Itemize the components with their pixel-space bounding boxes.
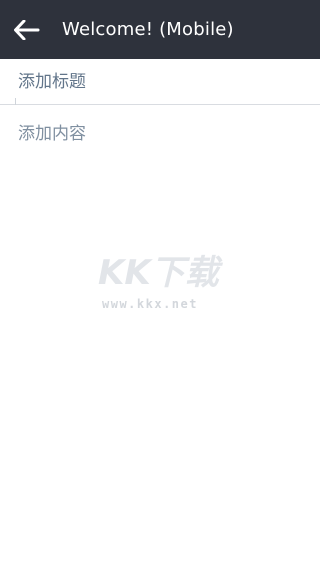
arrow-left-icon: [14, 19, 40, 40]
note-title-input[interactable]: [0, 59, 320, 105]
app-header: Welcome! (Mobile): [0, 0, 320, 59]
app-screen: Welcome! (Mobile) KK下载 www.kkx.net: [0, 0, 320, 569]
header-title: Welcome! (Mobile): [62, 19, 234, 40]
note-content-input[interactable]: [0, 106, 320, 569]
title-divider-tick: [15, 98, 16, 105]
back-button[interactable]: [0, 0, 54, 59]
